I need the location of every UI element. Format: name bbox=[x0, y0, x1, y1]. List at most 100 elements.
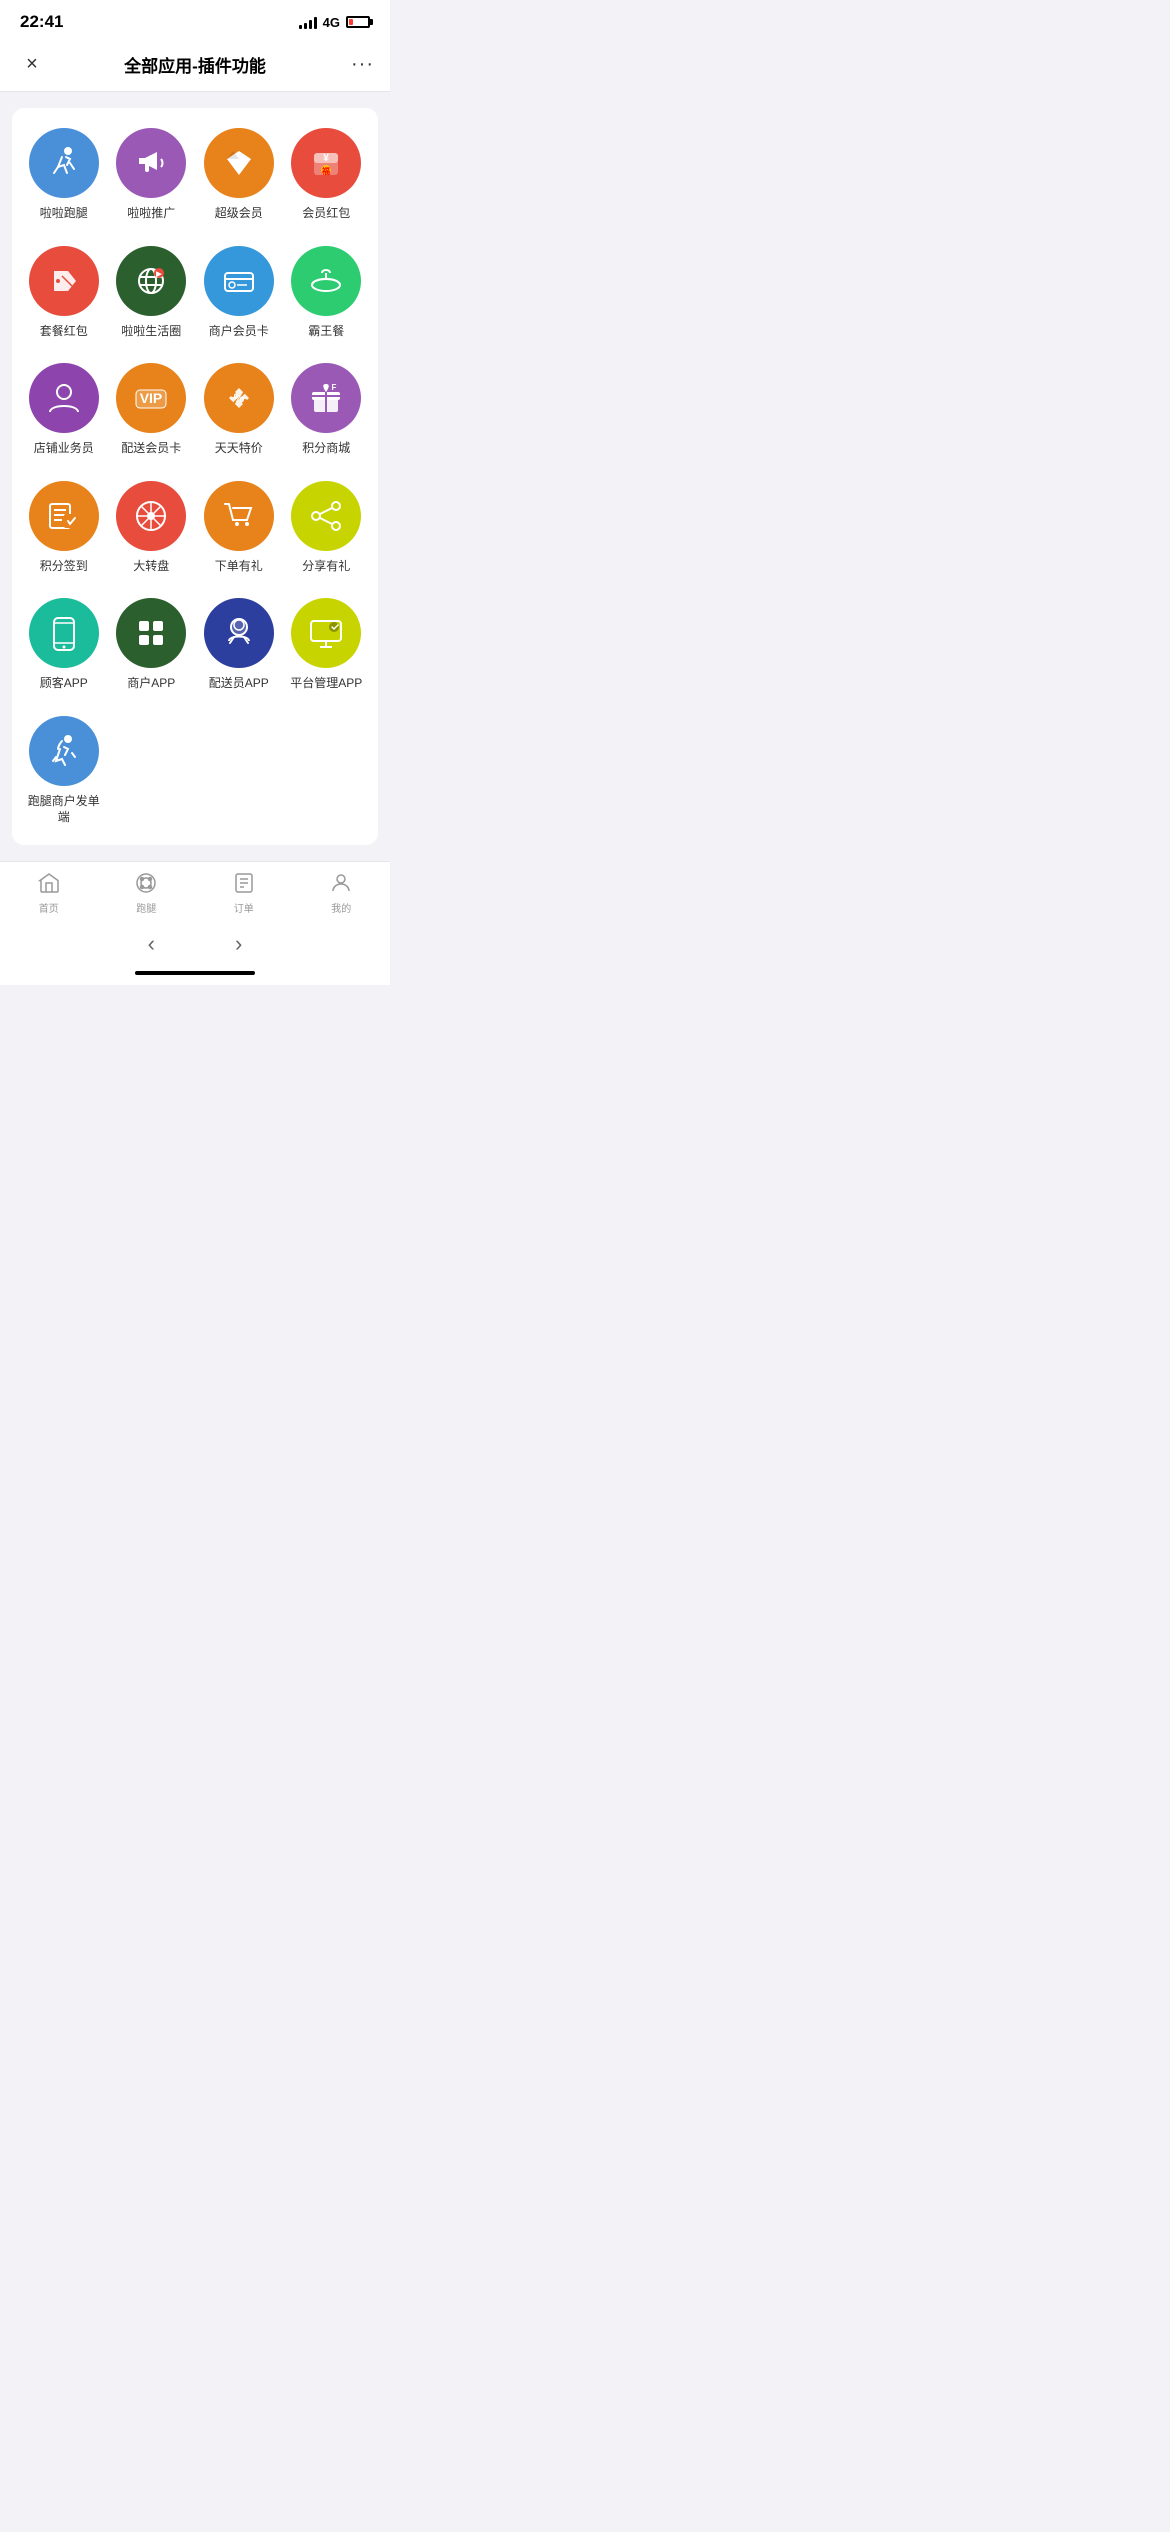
app-label-delivery-app: 配送员APP bbox=[209, 676, 269, 692]
app-item-points-checkin[interactable]: 积分签到 bbox=[24, 481, 104, 575]
app-item-platform-app[interactable]: 平台管理APP bbox=[287, 598, 367, 692]
svg-text:VIP: VIP bbox=[140, 390, 163, 406]
app-label-super-member: 超级会员 bbox=[215, 206, 263, 222]
app-item-customer-app[interactable]: 顾客APP bbox=[24, 598, 104, 692]
app-item-delivery-app[interactable]: 配送员APP bbox=[199, 598, 279, 692]
bottom-nav: 首页 跑腿 订单 我的 bbox=[0, 861, 390, 919]
nav-home-label: 首页 bbox=[39, 900, 59, 915]
app-label-merchant-app: 商户APP bbox=[127, 676, 175, 692]
order-icon bbox=[231, 870, 257, 896]
more-button[interactable]: ··· bbox=[342, 53, 374, 76]
app-label-bawang-meal: 霸王餐 bbox=[308, 324, 344, 340]
app-label-member-redpack: 会员红包 bbox=[302, 206, 350, 222]
back-arrow[interactable]: ‹ bbox=[148, 931, 155, 957]
forward-arrow[interactable]: › bbox=[235, 931, 242, 957]
nav-item-home[interactable]: 首页 bbox=[0, 870, 98, 915]
nav-mine-label: 我的 bbox=[331, 900, 351, 915]
app-label-daily-deal: 天天特价 bbox=[215, 441, 263, 457]
app-icon-points-mall: F bbox=[291, 363, 361, 433]
svg-text:F: F bbox=[332, 383, 337, 392]
app-icon-life-circle: ▶ bbox=[116, 246, 186, 316]
app-icon-paopao-merchant bbox=[29, 716, 99, 786]
app-label-order-gift: 下单有礼 bbox=[215, 559, 263, 575]
battery-fill bbox=[349, 19, 353, 25]
app-item-share-gift[interactable]: 分享有礼 bbox=[287, 481, 367, 575]
app-item-wheel[interactable]: 大转盘 bbox=[112, 481, 192, 575]
app-item-paopao-promo[interactable]: 啦啦推广 bbox=[112, 128, 192, 222]
app-icon-member-redpack: ¥福 bbox=[291, 128, 361, 198]
mine-icon bbox=[328, 870, 354, 896]
app-icon-customer-app bbox=[29, 598, 99, 668]
app-label-customer-app: 顾客APP bbox=[40, 676, 88, 692]
app-label-wheel: 大转盘 bbox=[133, 559, 169, 575]
status-time: 22:41 bbox=[20, 12, 63, 32]
app-label-paopao-promo: 啦啦推广 bbox=[127, 206, 175, 222]
nav-order-label: 订单 bbox=[234, 900, 254, 915]
battery-icon bbox=[346, 16, 370, 28]
app-icon-paopao-running bbox=[29, 128, 99, 198]
app-item-points-mall[interactable]: F 积分商城 bbox=[287, 363, 367, 457]
app-item-merchant-app[interactable]: 商户APP bbox=[112, 598, 192, 692]
header: × 全部应用-插件功能 ··· bbox=[0, 40, 390, 92]
signal-icon bbox=[299, 15, 317, 29]
nav-paopao-label: 跑腿 bbox=[136, 900, 156, 915]
app-label-life-circle: 啦啦生活圈 bbox=[121, 324, 181, 340]
app-icon-share-gift bbox=[291, 481, 361, 551]
app-icon-combo-redpack bbox=[29, 246, 99, 316]
app-icon-points-checkin bbox=[29, 481, 99, 551]
app-item-merchant-card[interactable]: 商户会员卡 bbox=[199, 246, 279, 340]
app-item-paopao-merchant[interactable]: 跑腿商户发单端 bbox=[24, 716, 104, 825]
page-title: 全部应用-插件功能 bbox=[48, 52, 342, 77]
app-card: 啦啦跑腿啦啦推广超级会员¥福会员红包套餐红包▶啦啦生活圈商户会员卡霸王餐店铺业务… bbox=[12, 108, 378, 845]
app-icon-platform-app bbox=[291, 598, 361, 668]
app-item-store-staff[interactable]: 店铺业务员 bbox=[24, 363, 104, 457]
app-icon-store-staff bbox=[29, 363, 99, 433]
app-item-paopao-running[interactable]: 啦啦跑腿 bbox=[24, 128, 104, 222]
app-icon-delivery-app bbox=[204, 598, 274, 668]
app-label-combo-redpack: 套餐红包 bbox=[40, 324, 88, 340]
app-icon-super-member bbox=[204, 128, 274, 198]
paopao-icon bbox=[133, 870, 159, 896]
app-label-points-mall: 积分商城 bbox=[302, 441, 350, 457]
main-content: 啦啦跑腿啦啦推广超级会员¥福会员红包套餐红包▶啦啦生活圈商户会员卡霸王餐店铺业务… bbox=[0, 92, 390, 861]
app-label-merchant-card: 商户会员卡 bbox=[209, 324, 269, 340]
app-item-life-circle[interactable]: ▶ 啦啦生活圈 bbox=[112, 246, 192, 340]
app-label-share-gift: 分享有礼 bbox=[302, 559, 350, 575]
app-icon-delivery-vip: VIP bbox=[116, 363, 186, 433]
app-label-delivery-vip: 配送会员卡 bbox=[121, 441, 181, 457]
app-item-member-redpack[interactable]: ¥福会员红包 bbox=[287, 128, 367, 222]
app-item-order-gift[interactable]: 下单有礼 bbox=[199, 481, 279, 575]
app-icon-daily-deal: % bbox=[204, 363, 274, 433]
app-icon-merchant-app bbox=[116, 598, 186, 668]
app-icon-paopao-promo bbox=[116, 128, 186, 198]
app-item-combo-redpack[interactable]: 套餐红包 bbox=[24, 246, 104, 340]
svg-text:%: % bbox=[233, 391, 244, 405]
nav-item-order[interactable]: 订单 bbox=[195, 870, 293, 915]
svg-text:福: 福 bbox=[321, 166, 330, 176]
app-label-points-checkin: 积分签到 bbox=[40, 559, 88, 575]
network-label: 4G bbox=[323, 15, 340, 30]
close-button[interactable]: × bbox=[16, 53, 48, 76]
app-icon-bawang-meal bbox=[291, 246, 361, 316]
svg-text:¥: ¥ bbox=[323, 153, 329, 164]
svg-text:▶: ▶ bbox=[156, 271, 163, 278]
app-item-daily-deal[interactable]: % 天天特价 bbox=[199, 363, 279, 457]
app-item-delivery-vip[interactable]: VIP 配送会员卡 bbox=[112, 363, 192, 457]
app-label-platform-app: 平台管理APP bbox=[290, 676, 362, 692]
home-icon bbox=[36, 870, 62, 896]
app-icon-order-gift bbox=[204, 481, 274, 551]
home-indicator bbox=[0, 965, 390, 985]
nav-item-mine[interactable]: 我的 bbox=[293, 870, 391, 915]
home-bar bbox=[135, 971, 255, 975]
status-icons: 4G bbox=[299, 15, 370, 30]
nav-item-paopao[interactable]: 跑腿 bbox=[98, 870, 196, 915]
nav-arrows: ‹ › bbox=[0, 919, 390, 965]
app-icon-wheel bbox=[116, 481, 186, 551]
app-item-super-member[interactable]: 超级会员 bbox=[199, 128, 279, 222]
app-icon-merchant-card bbox=[204, 246, 274, 316]
app-label-paopao-merchant: 跑腿商户发单端 bbox=[24, 794, 104, 825]
status-bar: 22:41 4G bbox=[0, 0, 390, 40]
app-item-bawang-meal[interactable]: 霸王餐 bbox=[287, 246, 367, 340]
app-label-paopao-running: 啦啦跑腿 bbox=[40, 206, 88, 222]
app-label-store-staff: 店铺业务员 bbox=[34, 441, 94, 457]
